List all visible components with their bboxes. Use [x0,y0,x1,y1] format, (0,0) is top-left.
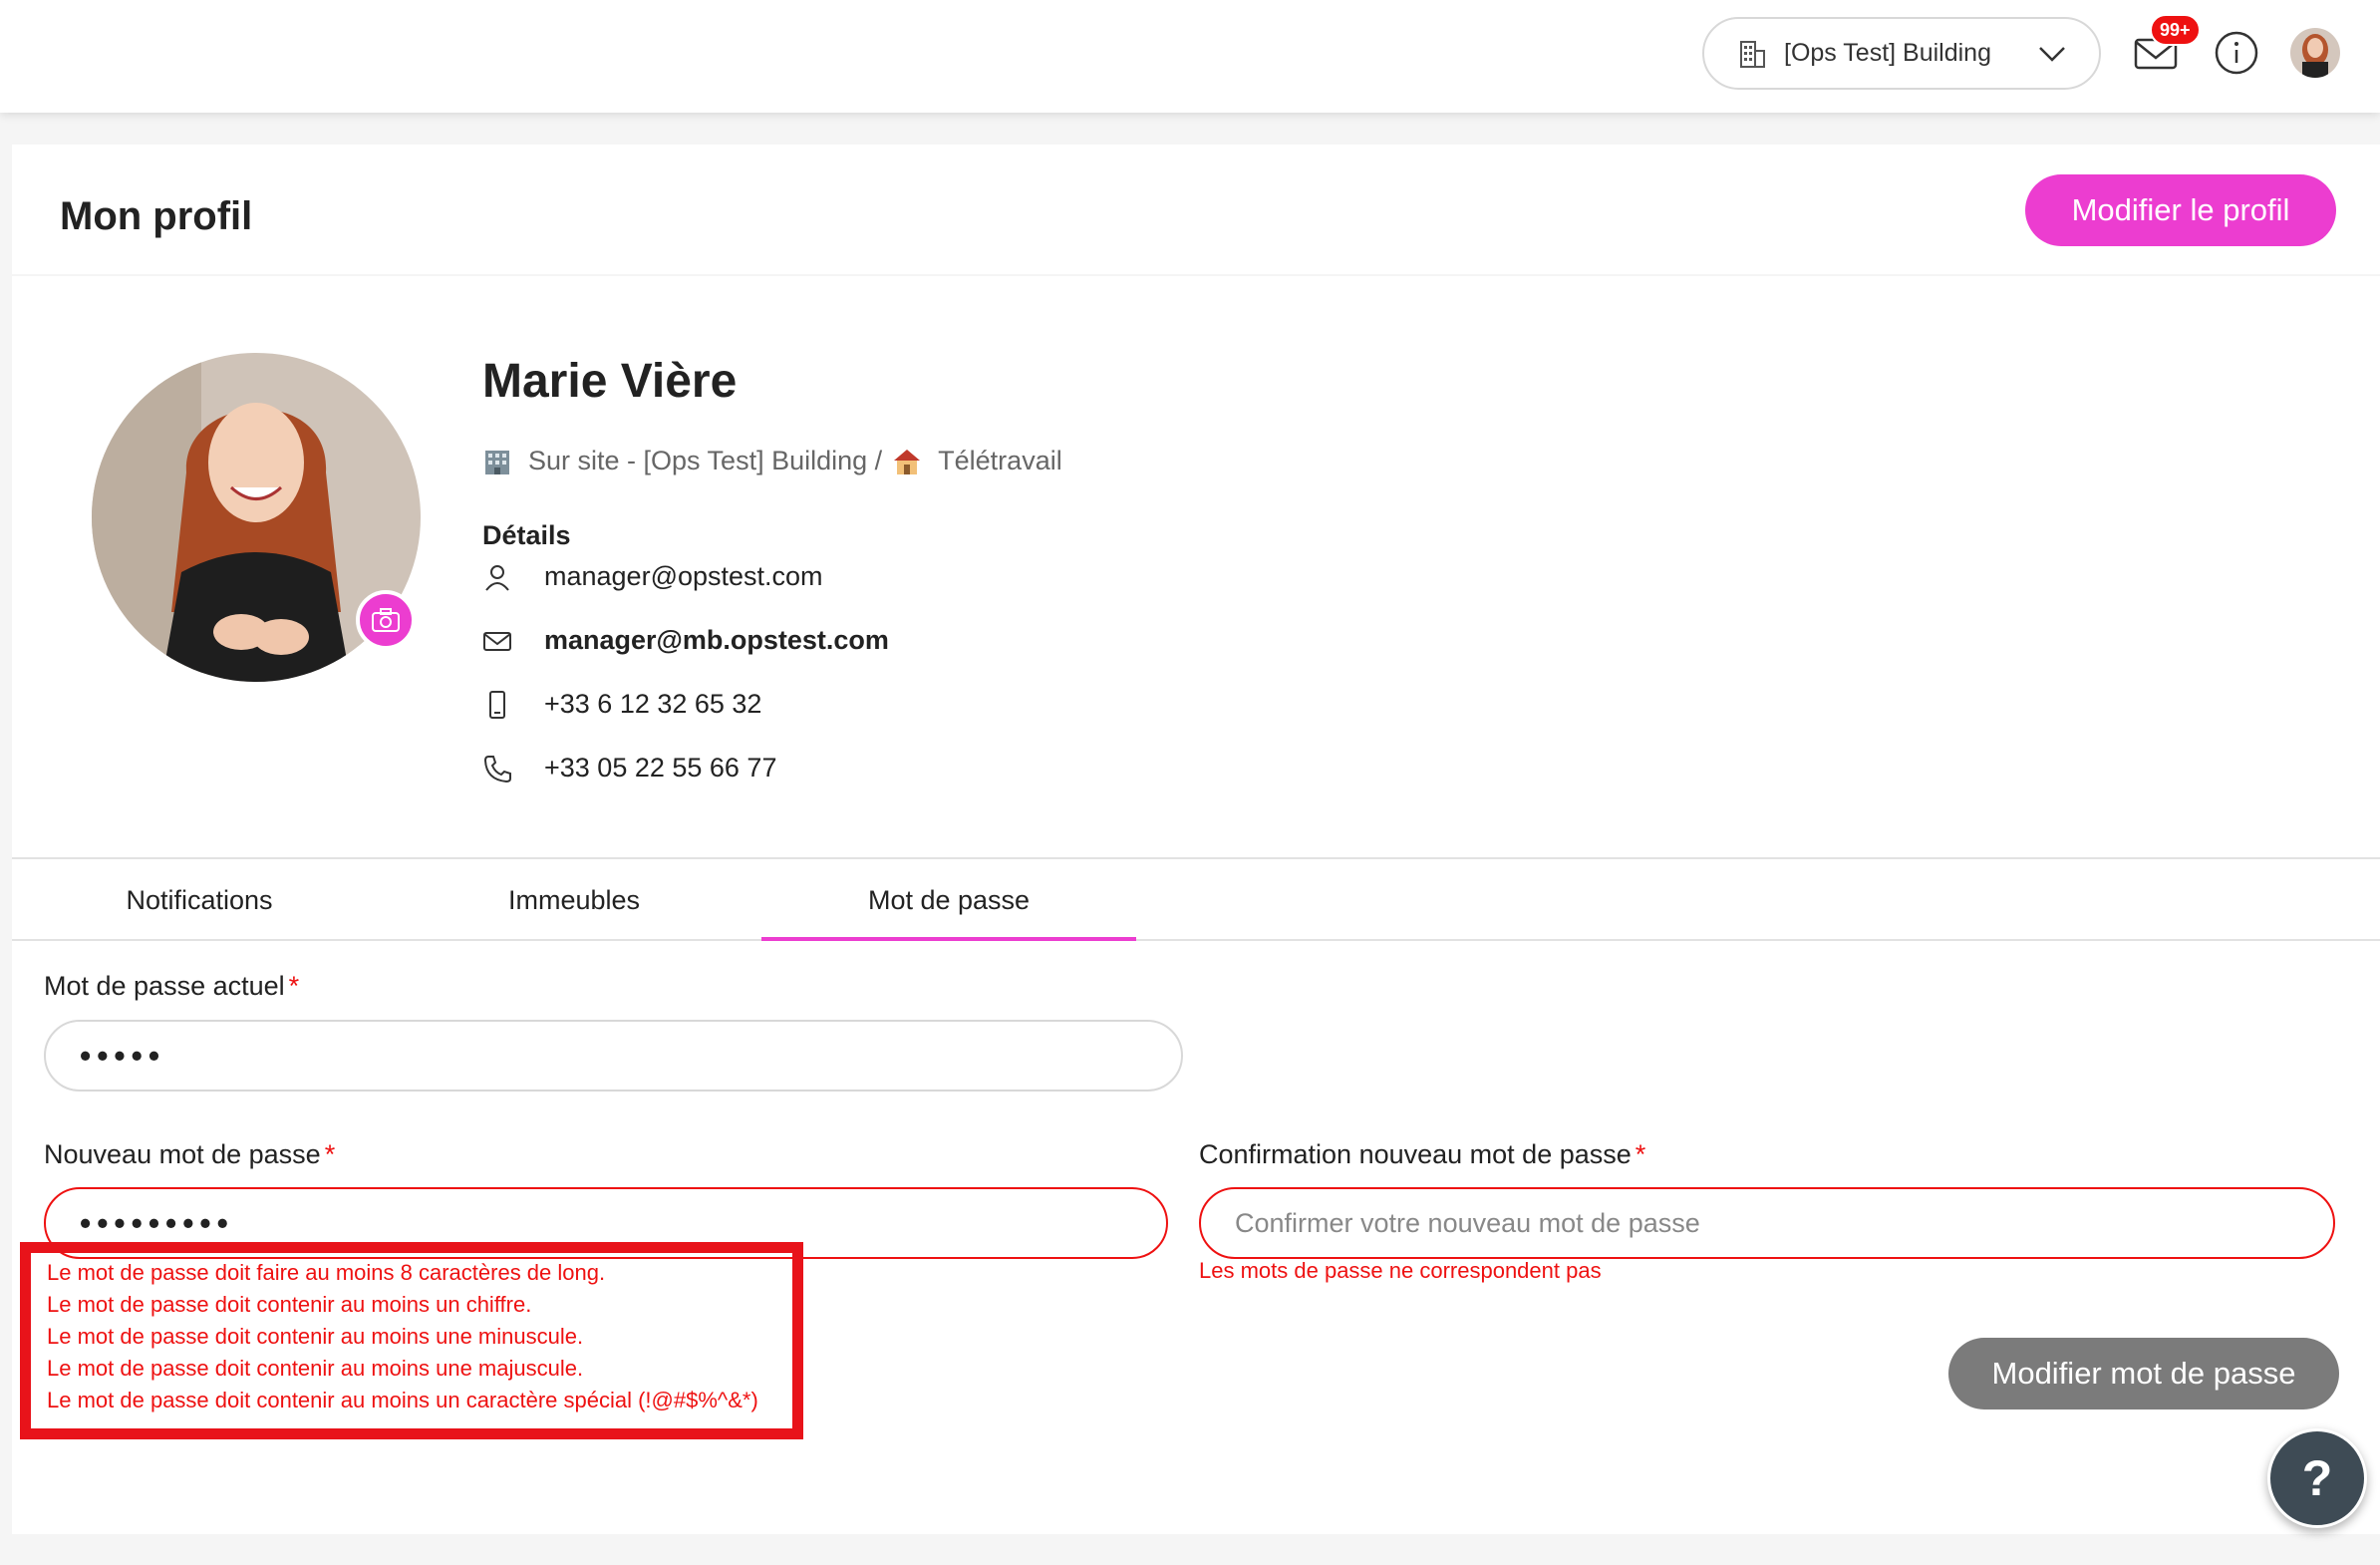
required-mark: * [1635,1139,1646,1169]
profile-tabs: Notifications Immeubles Mot de passe [12,857,2380,941]
building-selector[interactable]: [Ops Test] Building [1702,17,2101,90]
notification-badge: 99+ [2150,14,2201,46]
new-password-label: Nouveau mot de passe * [44,1139,335,1170]
new-password-label-text: Nouveau mot de passe [44,1139,321,1169]
work-location: Sur site - [Ops Test] Building / Télétra… [482,446,1062,476]
profile-header: Mon profil Modifier le profil [12,145,2380,274]
location-remote: Télétravail [938,446,1062,475]
edit-profile-button[interactable]: Modifier le profil [2025,174,2336,246]
error-message: Le mot de passe doit contenir au moins u… [47,1388,758,1412]
avatar-photo [2290,28,2340,78]
current-password-label: Mot de passe actuel * [44,971,299,1002]
phone-icon [483,755,511,782]
mail-icon [483,631,511,651]
info-icon[interactable] [2214,30,2259,76]
change-photo-button[interactable] [356,590,416,650]
top-bar: [Ops Test] Building 99+ [0,0,2380,113]
detail-email: manager@mb.opstest.com [482,625,889,656]
tab-password[interactable]: Mot de passe [761,859,1136,941]
office-building-icon [485,450,509,474]
building-icon [1740,40,1765,68]
camera-icon [372,608,400,632]
details-title: Détails [482,520,571,550]
building-selector-label: [Ops Test] Building [1784,39,1991,67]
required-mark: * [324,1139,336,1169]
mobile-phone-icon [489,690,505,719]
detail-username: manager@opstest.com [482,561,823,592]
page-title: Mon profil [60,194,253,238]
current-password-input[interactable]: ••••• [44,1020,1183,1092]
error-message: Le mot de passe doit contenir au moins u… [47,1356,584,1381]
new-password-errors: Le mot de passe doit faire au moins 8 ca… [20,1242,803,1439]
username-value: manager@opstest.com [544,561,823,591]
current-password-label-text: Mot de passe actuel [44,971,285,1001]
location-onsite: Sur site - [Ops Test] Building / [528,446,883,475]
mobile-value: +33 6 12 32 65 32 [544,689,762,719]
profile-card: Marie Vière Sur site - [Ops Test] Buildi… [12,276,2380,1534]
error-message: Le mot de passe doit contenir au moins u… [47,1324,584,1349]
error-message: Le mot de passe doit faire au moins 8 ca… [47,1260,606,1285]
confirm-password-label: Confirmation nouveau mot de passe * [1199,1139,1645,1170]
user-name: Marie Vière [482,355,738,408]
email-value: manager@mb.opstest.com [544,625,889,655]
detail-phone: +33 05 22 55 66 77 [482,753,776,783]
detail-mobile: +33 6 12 32 65 32 [482,689,761,720]
error-message: Le mot de passe doit contenir au moins u… [47,1292,532,1317]
required-mark: * [288,971,300,1001]
help-button[interactable]: ? [2267,1428,2367,1528]
tab-notifications[interactable]: Notifications [12,859,387,941]
confirm-password-label-text: Confirmation nouveau mot de passe [1199,1139,1632,1169]
user-avatar[interactable] [2290,28,2340,78]
house-icon [894,449,921,474]
confirm-password-input[interactable]: Confirmer votre nouveau mot de passe [1199,1187,2335,1259]
confirm-password-error: Les mots de passe ne correspondent pas [1199,1258,1602,1283]
user-icon [485,564,509,591]
phone-value: +33 05 22 55 66 77 [544,753,777,782]
change-password-button[interactable]: Modifier mot de passe [1948,1338,2339,1409]
chevron-down-icon [2039,47,2065,62]
tab-buildings[interactable]: Immeubles [387,859,761,941]
